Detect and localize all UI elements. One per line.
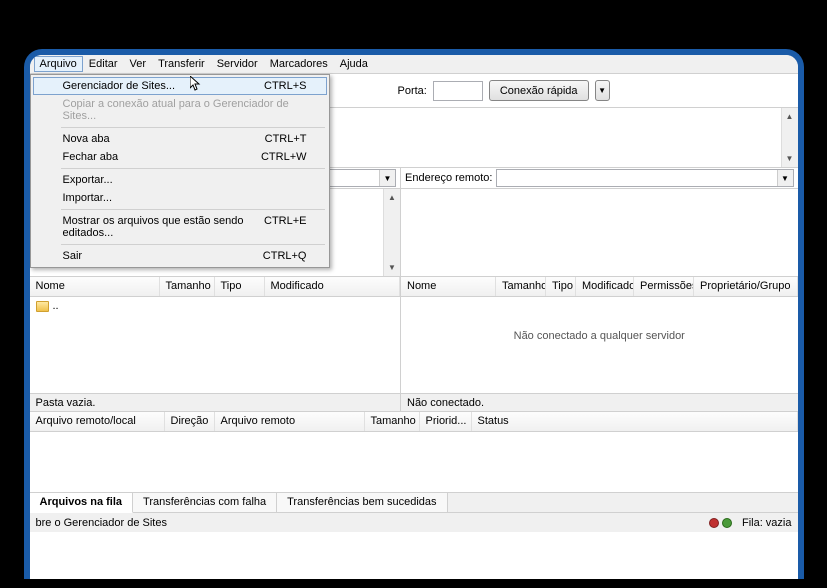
local-list-body[interactable]: .. (30, 297, 401, 393)
parent-dir-label: .. (53, 300, 59, 312)
menu-item-label: Importar... (63, 192, 113, 204)
remote-pane: Endereço remoto: ▼ Nome Tamanho Tipo Mod… (401, 168, 798, 412)
status-hint: bre o Gerenciador de Sites (36, 517, 167, 529)
col-modified[interactable]: Modificado (576, 277, 634, 296)
menu-item-accel: CTRL+T (265, 133, 307, 145)
menu-item-label: Fechar aba (63, 151, 119, 163)
chevron-down-icon: ▼ (379, 170, 395, 186)
parent-dir-row[interactable]: .. (36, 300, 395, 312)
menu-item-accel: CTRL+W (261, 151, 307, 163)
col-name[interactable]: Nome (401, 277, 496, 296)
activity-indicators (709, 518, 732, 528)
col-type[interactable]: Tipo (546, 277, 576, 296)
menu-item-label: Copiar a conexão atual para o Gerenciado… (63, 98, 307, 122)
menu-ver[interactable]: Ver (124, 56, 153, 72)
arquivo-dropdown: Gerenciador de Sites... CTRL+S Copiar a … (30, 74, 330, 268)
col-type[interactable]: Tipo (215, 277, 265, 296)
log-scrollbar[interactable]: ▲ ▼ (781, 108, 798, 167)
scroll-down-icon[interactable]: ▼ (384, 259, 400, 276)
menu-item-accel: CTRL+S (264, 80, 307, 92)
col-priority[interactable]: Priorid... (420, 412, 472, 431)
tab-success[interactable]: Transferências bem sucedidas (277, 493, 447, 512)
col-owner[interactable]: Proprietário/Grupo (694, 277, 798, 296)
menu-import[interactable]: Importar... (33, 189, 327, 207)
queue-tabs: Arquivos na fila Transferências com falh… (30, 492, 798, 512)
remote-path-row: Endereço remoto: ▼ (401, 168, 798, 189)
remote-addr-label: Endereço remoto: (405, 172, 492, 184)
menu-show-editing[interactable]: Mostrar os arquivos que estão sendo edit… (33, 212, 327, 242)
tree-scrollbar[interactable]: ▲ ▼ (383, 189, 400, 276)
activity-dot-receive (709, 518, 719, 528)
col-direction[interactable]: Direção (165, 412, 215, 431)
menu-item-label: Sair (63, 250, 83, 262)
remote-path-combo[interactable]: ▼ (496, 169, 793, 187)
menu-arquivo[interactable]: Arquivo (34, 56, 83, 72)
menu-item-label: Gerenciador de Sites... (63, 80, 176, 92)
status-bar: bre o Gerenciador de Sites Fila: vazia (30, 512, 798, 532)
quickconnect-dropdown[interactable]: ▼ (595, 80, 610, 101)
folder-up-icon (36, 301, 49, 312)
col-remote-file[interactable]: Arquivo remoto (215, 412, 365, 431)
col-size[interactable]: Tamanho (365, 412, 420, 431)
remote-tree[interactable] (401, 189, 798, 277)
quickconnect-button[interactable]: Conexão rápida (489, 80, 589, 101)
scroll-up-icon[interactable]: ▲ (782, 108, 798, 125)
menu-item-label: Mostrar os arquivos que estão sendo edit… (63, 215, 265, 239)
port-input[interactable] (433, 81, 483, 101)
col-modified[interactable]: Modificado (265, 277, 401, 296)
queue-status: Fila: vazia (742, 517, 792, 529)
col-size[interactable]: Tamanho (496, 277, 546, 296)
col-permissions[interactable]: Permissões (634, 277, 694, 296)
scroll-down-icon[interactable]: ▼ (782, 150, 798, 167)
menu-item-accel: CTRL+Q (263, 250, 307, 262)
menu-editar[interactable]: Editar (83, 56, 124, 72)
menu-servidor[interactable]: Servidor (211, 56, 264, 72)
menu-ajuda[interactable]: Ajuda (334, 56, 374, 72)
menu-site-manager[interactable]: Gerenciador de Sites... CTRL+S (33, 77, 327, 95)
scroll-up-icon[interactable]: ▲ (384, 189, 400, 206)
menu-item-label: Exportar... (63, 174, 113, 186)
menu-new-tab[interactable]: Nova aba CTRL+T (33, 130, 327, 148)
col-size[interactable]: Tamanho (160, 277, 215, 296)
local-status: Pasta vazia. (30, 393, 401, 412)
activity-dot-send (722, 518, 732, 528)
local-list-header: Nome Tamanho Tipo Modificado (30, 277, 401, 297)
col-status[interactable]: Status (472, 412, 798, 431)
menu-item-accel: CTRL+E (264, 215, 307, 239)
menu-exit[interactable]: Sair CTRL+Q (33, 247, 327, 265)
queue-header: Arquivo remoto/local Direção Arquivo rem… (30, 412, 798, 432)
menu-item-label: Nova aba (63, 133, 110, 145)
port-label: Porta: (398, 85, 427, 97)
queue-body[interactable] (30, 432, 798, 492)
tab-queued[interactable]: Arquivos na fila (30, 493, 134, 513)
menu-bar: Arquivo Editar Ver Transferir Servidor M… (30, 55, 798, 74)
menu-transferir[interactable]: Transferir (152, 56, 211, 72)
col-name[interactable]: Nome (30, 277, 160, 296)
remote-list-header: Nome Tamanho Tipo Modificado Permissões … (401, 277, 798, 297)
tab-failed[interactable]: Transferências com falha (133, 493, 277, 512)
filezilla-window: Arquivo Editar Ver Transferir Servidor M… (24, 49, 804, 579)
remote-status: Não conectado. (401, 393, 798, 412)
menu-export[interactable]: Exportar... (33, 171, 327, 189)
col-file[interactable]: Arquivo remoto/local (30, 412, 165, 431)
menu-marcadores[interactable]: Marcadores (264, 56, 334, 72)
menu-copy-connection: Copiar a conexão atual para o Gerenciado… (33, 95, 327, 125)
chevron-down-icon: ▼ (777, 170, 793, 186)
menu-close-tab[interactable]: Fechar aba CTRL+W (33, 148, 327, 166)
remote-empty-message: Não conectado a qualquer servidor (407, 300, 792, 342)
remote-list-body[interactable]: Não conectado a qualquer servidor (401, 297, 798, 393)
